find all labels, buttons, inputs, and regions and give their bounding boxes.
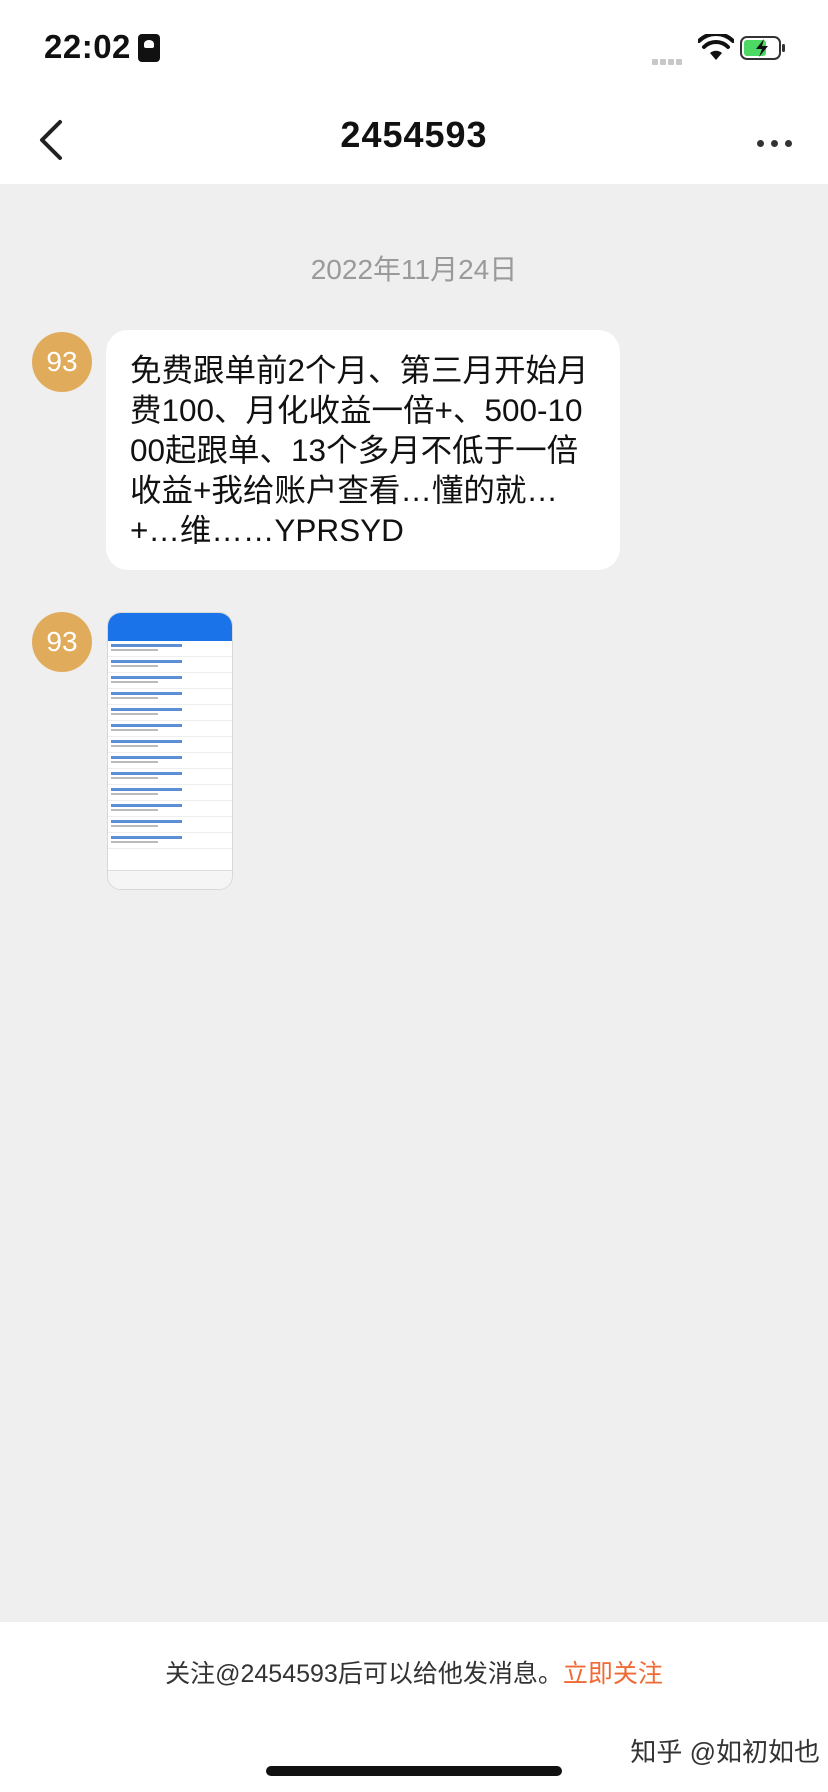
- status-bar: 22:02: [0, 0, 828, 96]
- thumbnail-row: [108, 721, 232, 737]
- image-message-thumbnail[interactable]: [107, 612, 233, 890]
- thumbnail-row: [108, 769, 232, 785]
- thumbnail-row: [108, 833, 232, 849]
- thumbnail-row: [108, 689, 232, 705]
- page-title: 2454593: [340, 114, 488, 155]
- follow-notice-text: 关注@2454593后可以给他发消息。: [165, 1660, 563, 1688]
- avatar[interactable]: 93: [32, 332, 92, 392]
- battery-icon: [740, 36, 785, 60]
- thumbnail-row: [108, 657, 232, 673]
- thumbnail-row: [108, 705, 232, 721]
- thumbnail-row: [108, 785, 232, 801]
- footer: 关注@2454593后可以给他发消息。立即关注 知乎 @如初如也: [0, 1622, 828, 1792]
- thumbnail-row: [108, 817, 232, 833]
- message-bubble: 免费跟单前2个月、第三月开始月费100、月化收益一倍+、500-1000起跟单、…: [106, 330, 620, 570]
- wifi-icon: [698, 34, 734, 60]
- thumbnail-row: [108, 801, 232, 817]
- watermark: 知乎 @如初如也: [630, 1737, 820, 1767]
- avatar[interactable]: 93: [32, 612, 92, 672]
- follow-button[interactable]: 立即关注: [563, 1660, 663, 1688]
- thumbnail-header: [108, 613, 232, 641]
- thumbnail-tabbar: [108, 870, 232, 889]
- cellular-signal-icon: [652, 52, 684, 70]
- thumbnail-row: [108, 641, 232, 657]
- more-icon[interactable]: [750, 134, 792, 152]
- sim-icon: [138, 34, 160, 62]
- home-indicator: [266, 1766, 562, 1776]
- nav-bar: 2454593: [0, 96, 828, 184]
- chat-date: 2022年11月24日: [310, 254, 518, 285]
- thumbnail-row: [108, 753, 232, 769]
- follow-notice: 关注@2454593后可以给他发消息。立即关注: [0, 1654, 828, 1690]
- thumbnail-row: [108, 737, 232, 753]
- status-time: 22:02: [44, 28, 131, 65]
- thumbnail-row: [108, 673, 232, 689]
